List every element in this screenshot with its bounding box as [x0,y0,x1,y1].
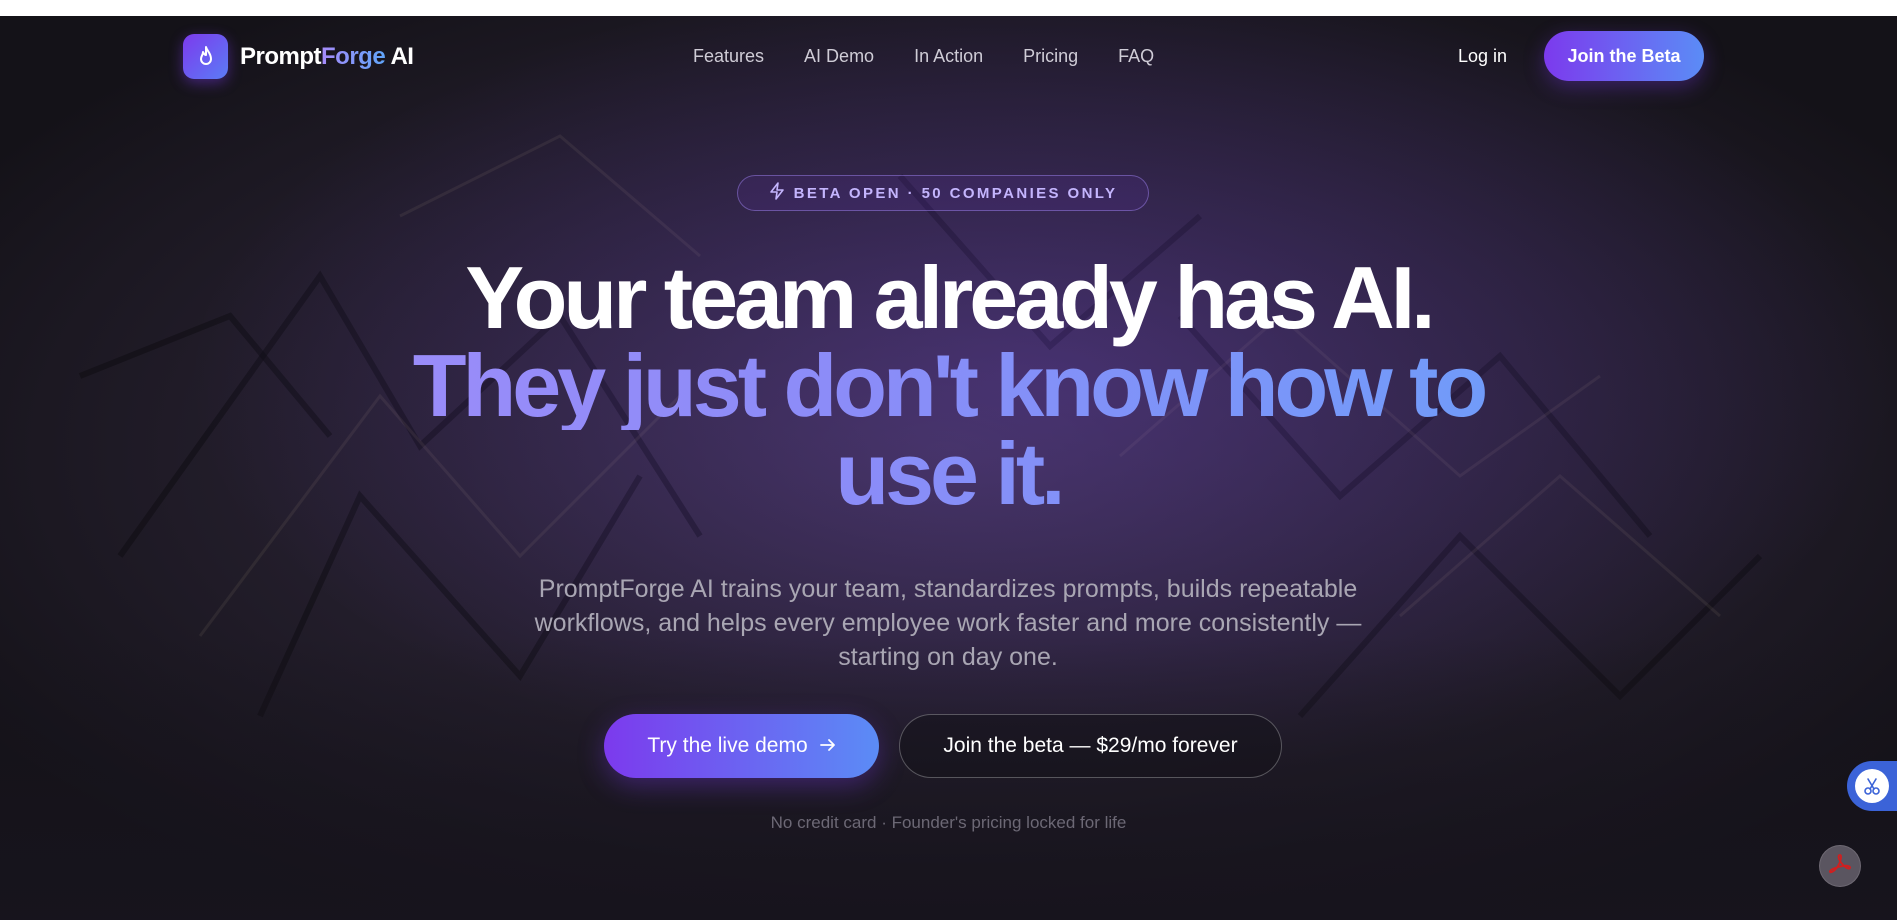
nav-link-pricing[interactable]: Pricing [1023,46,1078,67]
beta-badge: BETA OPEN · 50 COMPANIES ONLY [737,175,1149,211]
hero-subtitle: PromptForge AI trains your team, standar… [534,575,1362,671]
login-link[interactable]: Log in [1458,46,1507,67]
arrow-right-icon [819,734,836,758]
hero-headline: Your team already has AI. They just don'… [0,254,1897,518]
scissors-icon [1855,769,1889,803]
floating-scissors-widget[interactable] [1847,761,1897,811]
join-beta-button[interactable]: Join the beta — $29/mo forever [899,714,1282,778]
brand-name-part3: AI [385,42,414,70]
headline-line-3: use it. [0,430,1897,518]
floating-pdf-widget[interactable] [1819,845,1861,887]
nav-link-features[interactable]: Features [693,46,764,67]
brand-name: PromptForge AI [240,42,414,71]
headline-line-1: Your team already has AI. [465,248,1435,347]
flame-icon [183,34,228,79]
try-live-demo-label: Try the live demo [647,734,808,757]
try-live-demo-button[interactable]: Try the live demo [604,714,879,778]
nav-link-faq[interactable]: FAQ [1118,46,1154,67]
logo[interactable]: PromptForge AI [183,34,414,79]
join-beta-label: Join the beta — $29/mo forever [943,734,1238,757]
lightning-icon [769,181,785,205]
nav-link-ai-demo[interactable]: AI Demo [804,46,874,67]
hero-section: PromptForge AI Features AI Demo In Actio… [0,16,1897,920]
join-beta-nav-button[interactable]: Join the Beta [1544,31,1704,81]
brand-name-part2: Forge [321,42,386,70]
hero-fineprint: No credit card · Founder's pricing locke… [770,813,1127,832]
badge-text: BETA OPEN · 50 COMPANIES ONLY [793,184,1118,202]
headline-line-2: They just don't know how to [0,342,1897,430]
top-nav: PromptForge AI Features AI Demo In Actio… [0,16,1897,96]
nav-link-in-action[interactable]: In Action [914,46,983,67]
brand-name-part1: Prompt [240,42,322,70]
browser-top-strip [0,0,1897,16]
pdf-icon [1827,852,1853,881]
main-menu: Features AI Demo In Action Pricing FAQ [693,46,1154,67]
